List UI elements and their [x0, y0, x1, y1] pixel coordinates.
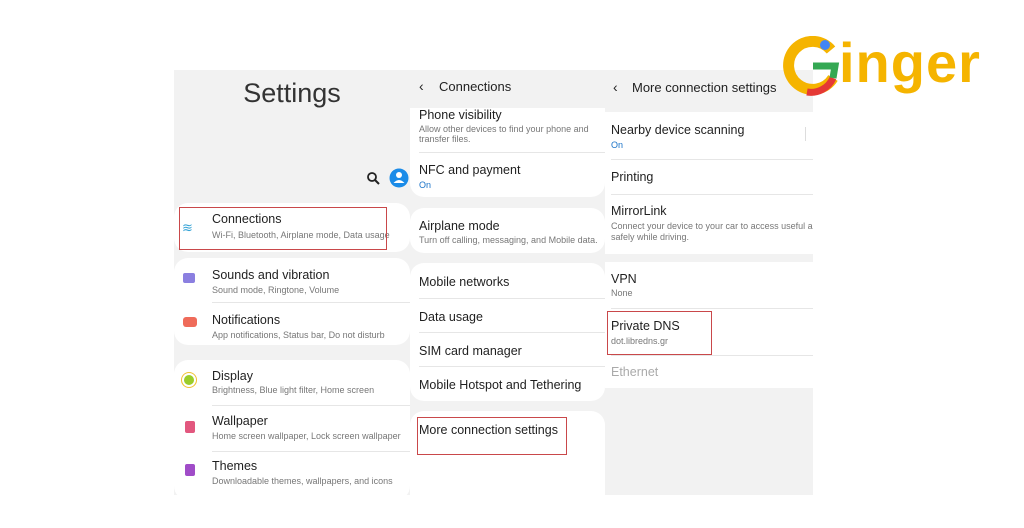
connections-group: Phone visibility Allow other devices to … [410, 108, 605, 197]
more-group: Nearby device scanning On Printing Mirro… [605, 112, 813, 254]
list-item[interactable]: Airplane mode Turn off calling, messagin… [410, 208, 605, 253]
list-item[interactable]: VPN None [605, 262, 813, 308]
list-item[interactable]: NFC and payment On [410, 153, 605, 197]
notification-icon [183, 317, 197, 327]
settings-group: Sounds and vibration Sound mode, Rington… [174, 258, 410, 345]
list-item[interactable]: SIM card manager [410, 332, 605, 366]
avatar[interactable] [389, 168, 409, 188]
back-icon[interactable]: ‹ [419, 78, 424, 94]
settings-item-notifications[interactable]: Notifications App notifications, Status … [174, 303, 410, 345]
settings-item-display[interactable]: Display Brightness, Blue light filter, H… [174, 360, 410, 405]
more-connection-settings-panel: ‹ More connection settings Nearby device… [605, 70, 813, 495]
connections-group: Mobile networks Data usage SIM card mana… [410, 263, 605, 401]
settings-item-wallpaper[interactable]: Wallpaper Home screen wallpaper, Lock sc… [174, 406, 410, 451]
highlight-box [179, 207, 387, 250]
wallpaper-icon [185, 421, 195, 433]
highlight-box [607, 311, 712, 355]
logo-wordmark: inger [839, 31, 981, 94]
connections-panel: ‹ Connections Phone visibility Allow oth… [410, 70, 605, 495]
settings-item-sounds[interactable]: Sounds and vibration Sound mode, Rington… [174, 258, 410, 302]
highlight-box [417, 417, 567, 455]
page-title: Settings [243, 78, 341, 108]
list-item[interactable]: Data usage [410, 298, 605, 332]
back-icon[interactable]: ‹ [613, 79, 618, 95]
list-item[interactable]: Mobile networks [410, 263, 605, 297]
list-item[interactable]: MirrorLink Connect your device to your c… [605, 195, 813, 253]
list-item[interactable]: Nearby device scanning On [605, 112, 813, 159]
logo-g-mark [783, 36, 840, 96]
list-item[interactable]: Phone visibility Allow other devices to … [410, 108, 605, 152]
panel-title: Connections [439, 79, 512, 94]
search-icon[interactable] [366, 171, 380, 185]
volume-icon [183, 273, 195, 283]
settings-item-themes[interactable]: Themes Downloadable themes, wallpapers, … [174, 452, 410, 495]
ginger-logo: inger [783, 31, 1003, 102]
settings-panel: Settings ≋ Connections Wi-Fi, Bluetooth,… [174, 70, 410, 495]
themes-icon [185, 464, 195, 476]
settings-group: Display Brightness, Blue light filter, H… [174, 360, 410, 495]
list-item[interactable]: Mobile Hotspot and Tethering [410, 366, 605, 400]
panel-title: More connection settings [632, 80, 777, 95]
brightness-icon [184, 375, 194, 385]
list-item[interactable]: Printing [605, 160, 813, 194]
list-item[interactable]: Ethernet [605, 356, 813, 388]
